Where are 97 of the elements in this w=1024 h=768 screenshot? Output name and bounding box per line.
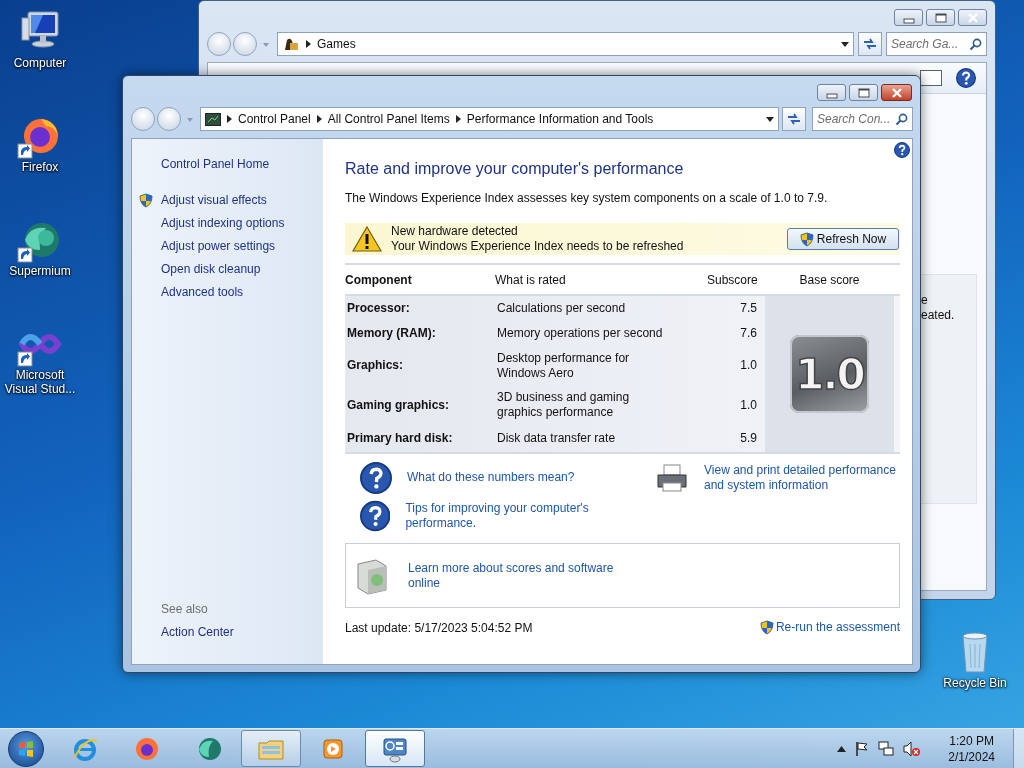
show-hidden-icons-icon[interactable] [837, 745, 847, 752]
clock[interactable]: 1:20 PM 2/1/2024 [940, 732, 1003, 765]
taskbar-button[interactable] [241, 730, 301, 767]
minimize-button[interactable] [817, 84, 846, 101]
refresh-icon [863, 37, 877, 51]
breadcrumb-arrow-icon[interactable] [227, 115, 232, 123]
warning-icon [351, 225, 383, 253]
printer-icon [656, 463, 688, 493]
subscore-cell-text: 7.5 [739, 301, 758, 316]
subscore-cell-text: 7.6 [739, 326, 758, 341]
search-field[interactable]: Search Ga... [886, 32, 987, 56]
refresh-button[interactable] [782, 107, 806, 131]
help-link[interactable]: Tips for improving your computer's performance. [405, 500, 650, 531]
shield-icon [759, 620, 774, 635]
games-folder-icon [282, 37, 300, 51]
notice-message: Your Windows Experience Index needs to be refreshed [391, 239, 685, 254]
breadcrumb-arrow-icon[interactable] [316, 115, 322, 123]
rating-description-cell-text: Calculations per second [496, 301, 627, 316]
sidebar-link[interactable]: Control Panel Home [161, 153, 323, 176]
clock-time[interactable]: 1:20 PM [949, 732, 994, 749]
rerun-assessment-link[interactable]: Re-run the assessment [775, 620, 900, 635]
search-icon [969, 37, 982, 51]
close-button[interactable] [881, 84, 912, 101]
print-details-link[interactable]: View and print detailed performance and system information [704, 463, 900, 493]
desktop-icon-label[interactable]: Supermium [9, 264, 71, 278]
last-update-text: Last update: 5/17/2023 5:04:52 PM [345, 620, 533, 635]
minimize-button[interactable] [894, 9, 923, 26]
search-icon [895, 112, 908, 126]
help-icon[interactable] [956, 68, 976, 88]
breadcrumb-item[interactable]: Control Panel [238, 112, 311, 126]
sidebar-link[interactable]: Adjust indexing options [161, 212, 323, 235]
address-bar[interactable]: Control Panel All Control Panel Items Performance Information and Tools [200, 107, 779, 131]
control-panel-icon [205, 112, 221, 126]
close-icon [890, 86, 903, 99]
address-dropdown-icon[interactable] [841, 41, 849, 47]
column-header: Component [345, 272, 413, 287]
help-icon[interactable] [894, 142, 910, 158]
maximize-button[interactable] [849, 84, 878, 101]
rating-description-cell-text: 3D business and gaming graphics performance [496, 390, 631, 420]
page-title: Rate and improve your computer's performance [345, 160, 684, 178]
refresh-now-button[interactable]: Refresh Now [787, 228, 899, 250]
breadcrumb-item[interactable]: Games [317, 37, 356, 51]
component-cell-text: Memory (RAM): [346, 326, 437, 341]
details-text: e [921, 293, 929, 308]
volume-muted-icon[interactable] [903, 740, 922, 757]
component-cell-text: Graphics: [346, 358, 404, 373]
breadcrumb-arrow-icon[interactable] [455, 115, 461, 123]
learn-more-link[interactable]: Learn more about scores and software online [408, 560, 638, 591]
details-text: eated. [921, 308, 956, 323]
see-also-heading: See also [161, 601, 209, 618]
search-placeholder: Search Ga... [891, 37, 959, 51]
help-icon[interactable] [360, 499, 391, 532]
clock-date[interactable]: 2/1/2024 [948, 748, 995, 765]
address-dropdown-icon[interactable] [766, 116, 774, 122]
help-icon[interactable] [360, 461, 392, 494]
notice-title: New hardware detected [391, 224, 519, 239]
subscore-cell-text: 1.0 [739, 358, 758, 373]
rating-description-cell-text: Memory operations per second [496, 326, 664, 341]
desktop-icon-label[interactable]: Computer [13, 56, 67, 70]
column-header: What is rated [495, 272, 567, 287]
column-header: Base score [798, 272, 861, 287]
search-placeholder: Search Con... [817, 112, 891, 126]
breadcrumb-item[interactable]: Performance Information and Tools [466, 112, 654, 126]
network-icon[interactable] [878, 740, 895, 757]
search-field[interactable]: Search Con... [812, 107, 913, 131]
address-bar[interactable]: Games [277, 32, 854, 56]
sidebar-link[interactable]: Action Center [161, 621, 323, 644]
help-link[interactable]: What do these numbers mean? [407, 470, 575, 485]
taskbar-button[interactable] [365, 730, 425, 767]
start-button[interactable] [8, 730, 44, 767]
preview-pane-icon[interactable] [920, 70, 942, 86]
sidebar-link[interactable]: Open disk cleanup [161, 258, 323, 281]
sidebar-link[interactable]: Advanced tools [161, 281, 323, 304]
desktop-icon-label[interactable]: Firefox [21, 160, 59, 174]
rating-description-cell-text: Disk data transfer rate [496, 431, 617, 446]
subscore-cell-text: 1.0 [739, 397, 758, 413]
flag-icon[interactable] [855, 740, 870, 757]
shield-icon [799, 231, 814, 247]
component-cell-text: Primary hard disk: [346, 431, 454, 446]
component-cell-text: Gaming graphics: [346, 397, 451, 413]
refresh-button[interactable] [858, 32, 882, 56]
breadcrumb-item[interactable]: All Control Panel Items [327, 112, 450, 126]
sidebar-link-text[interactable]: Adjust visual effects [161, 189, 267, 212]
refresh-icon [787, 112, 801, 126]
column-header: Subscore [707, 272, 759, 287]
desktop-icon-label[interactable]: Microsoft Visual Stud... [0, 368, 80, 396]
rating-description-cell-text: Desktop performance for Windows Aero [496, 350, 631, 381]
base-score-badge: 1.0 [790, 335, 869, 413]
sidebar-link[interactable]: Adjust visual effects [139, 189, 323, 212]
sidebar-link[interactable]: Adjust power settings [161, 235, 323, 258]
maximize-button[interactable] [926, 9, 955, 26]
component-cell-text: Processor: [346, 301, 411, 316]
close-icon [966, 11, 979, 24]
subscore-cell-text: 5.9 [739, 431, 758, 446]
intro-text: The Windows Experience Index assesses key system components on a scale of 1.0 to 7.9. [345, 191, 829, 205]
shield-icon [139, 193, 153, 208]
breadcrumb-arrow-icon[interactable] [306, 40, 311, 48]
